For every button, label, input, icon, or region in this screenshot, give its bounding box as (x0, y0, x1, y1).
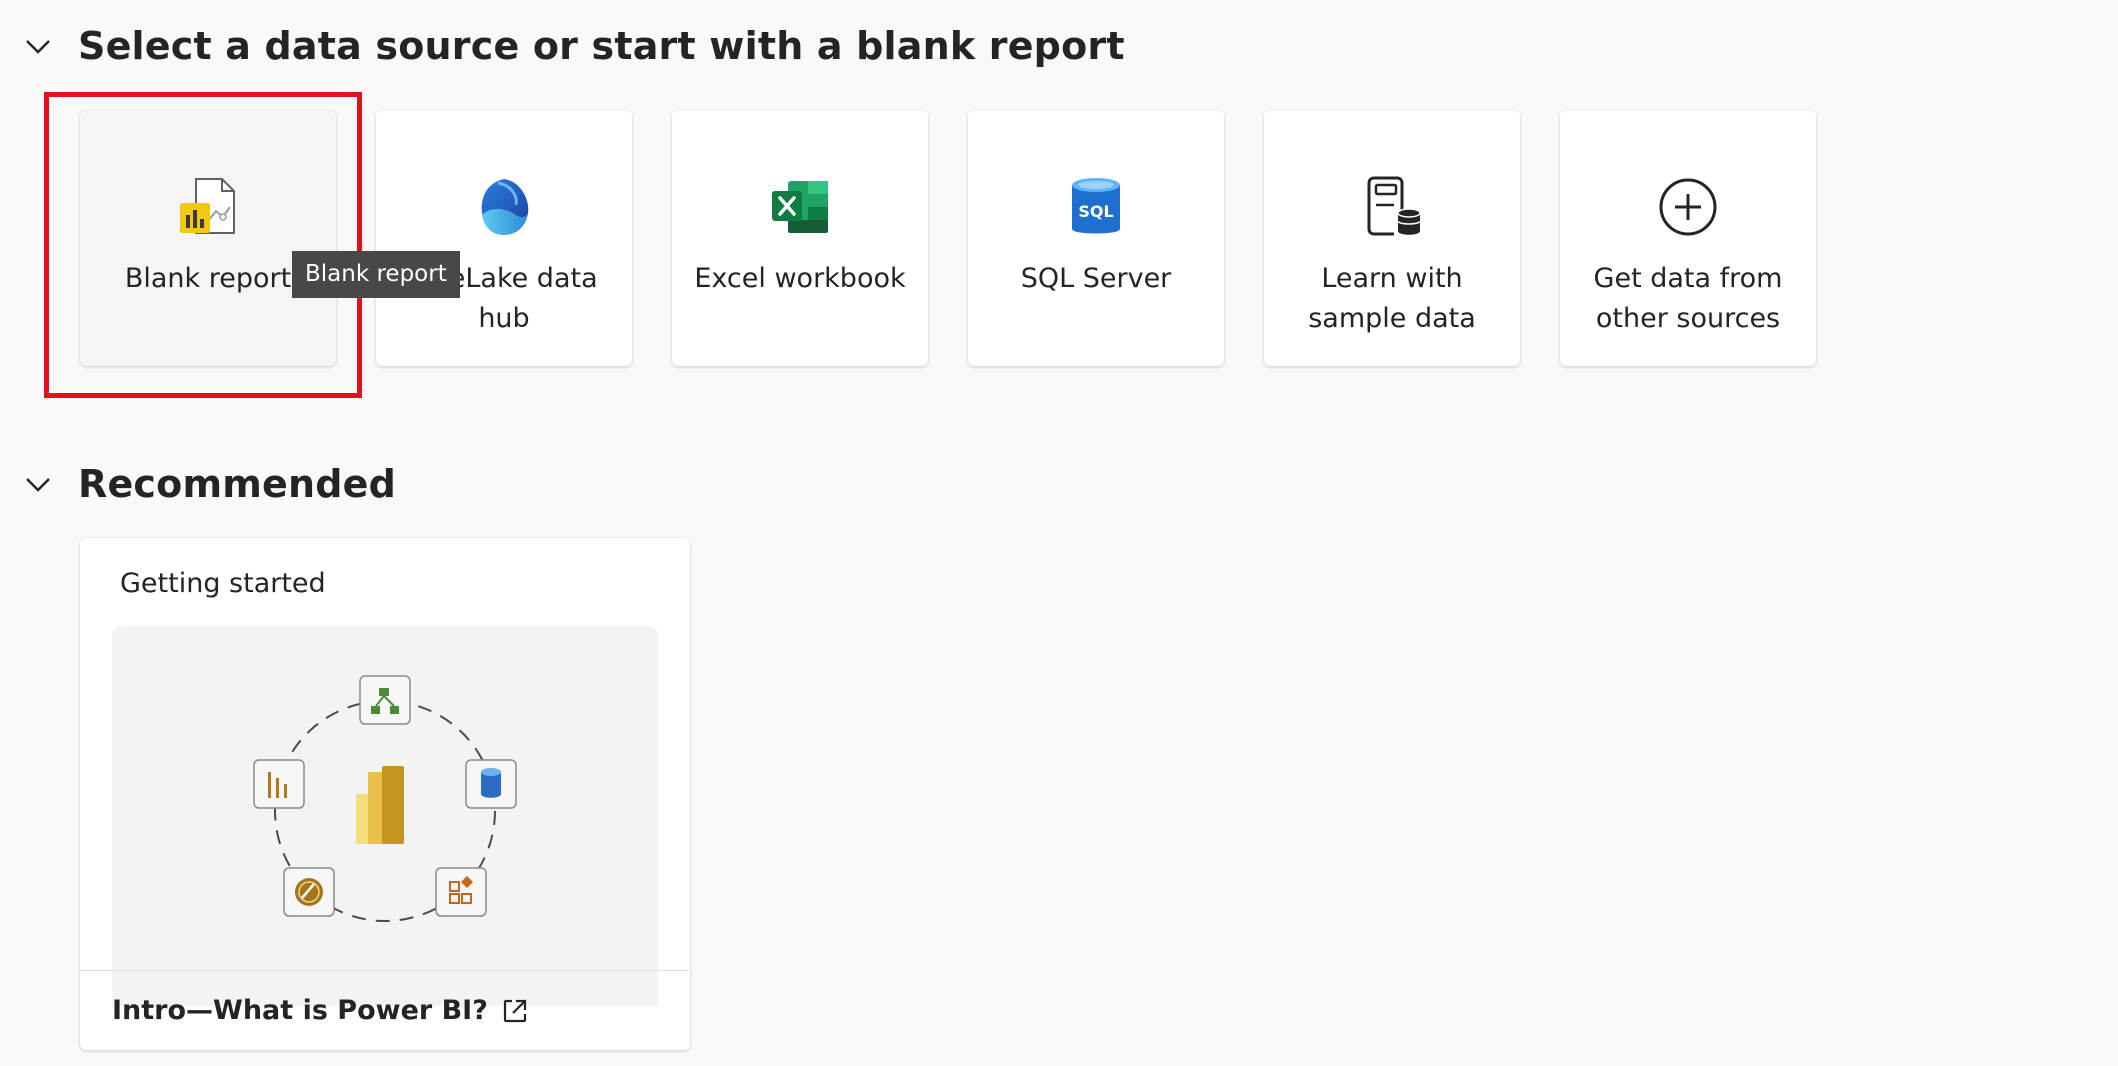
sql-server-icon: SQL (1064, 175, 1128, 239)
chevron-down-icon[interactable] (20, 28, 56, 64)
gauge-node-icon (283, 867, 335, 917)
excel-icon (768, 175, 832, 239)
blank-report-card[interactable]: Blank report (80, 110, 336, 366)
data-source-section-header[interactable]: Select a data source or start with a bla… (20, 24, 1125, 68)
get-data-other-sources-card[interactable]: Get data from other sources (1560, 110, 1816, 366)
chevron-down-icon[interactable] (20, 466, 56, 502)
plus-circle-icon (1656, 175, 1720, 239)
card-label: Learn with sample data (1308, 263, 1476, 334)
card-label: Get data from other sources (1593, 263, 1783, 334)
database-node-icon (465, 759, 517, 809)
intro-link-label: Intro—What is Power BI? (112, 995, 488, 1026)
external-link-icon (502, 998, 528, 1024)
apps-node-icon (435, 867, 487, 917)
tooltip: Blank report (292, 251, 460, 298)
section-title: Select a data source or start with a bla… (78, 24, 1125, 68)
sample-data-icon (1360, 175, 1424, 239)
card-label: Excel workbook (694, 263, 906, 294)
sql-server-card[interactable]: SQL SQL Server (968, 110, 1224, 366)
card-label: Getting started (120, 568, 326, 599)
card-label: SQL Server (1020, 263, 1172, 294)
excel-workbook-card[interactable]: Excel workbook (672, 110, 928, 366)
bar-chart-node-icon (253, 759, 305, 809)
hierarchy-node-icon (359, 675, 411, 725)
onelake-icon (472, 175, 536, 239)
blank-report-icon (176, 175, 240, 239)
section-title: Recommended (78, 462, 397, 506)
svg-text:SQL: SQL (1078, 202, 1113, 221)
learn-sample-data-card[interactable]: Learn with sample data (1264, 110, 1520, 366)
power-bi-overview-illustration (112, 626, 658, 1006)
getting-started-card[interactable]: Getting started Intro—What is Power BI? (80, 538, 690, 1050)
intro-link[interactable]: Intro—What is Power BI? (80, 970, 690, 1050)
recommended-section-header[interactable]: Recommended (20, 462, 396, 506)
onelake-data-hub-card[interactable]: OneLake data hub (376, 110, 632, 366)
